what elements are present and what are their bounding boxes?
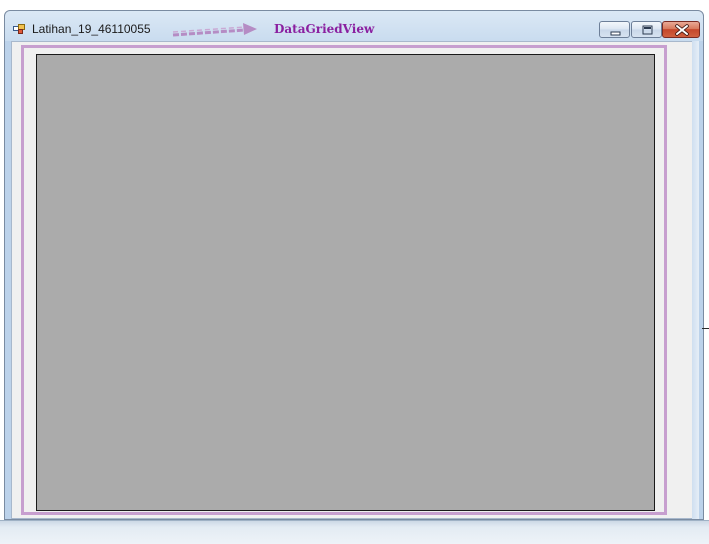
maximize-icon bbox=[642, 25, 653, 35]
minimize-icon bbox=[610, 31, 621, 36]
maximize-button[interactable] bbox=[631, 21, 662, 38]
taskbar-strip bbox=[0, 520, 709, 544]
window-title: Latihan_19_46110055 bbox=[32, 22, 151, 36]
minimize-button[interactable] bbox=[599, 21, 630, 38]
arrow-right-icon bbox=[172, 23, 257, 37]
annotation-label: DataGriedView bbox=[274, 22, 375, 36]
close-icon bbox=[675, 24, 689, 36]
window-right-border bbox=[692, 41, 699, 519]
close-button[interactable] bbox=[662, 21, 700, 38]
data-grid-view[interactable] bbox=[36, 54, 655, 511]
form-window: Latihan_19_46110055 DataGriedView bbox=[4, 10, 704, 520]
resize-handle[interactable] bbox=[702, 328, 709, 333]
title-bar[interactable]: Latihan_19_46110055 DataGriedView bbox=[5, 11, 703, 41]
app-window-icon bbox=[13, 24, 25, 34]
form-client-area bbox=[11, 41, 698, 519]
